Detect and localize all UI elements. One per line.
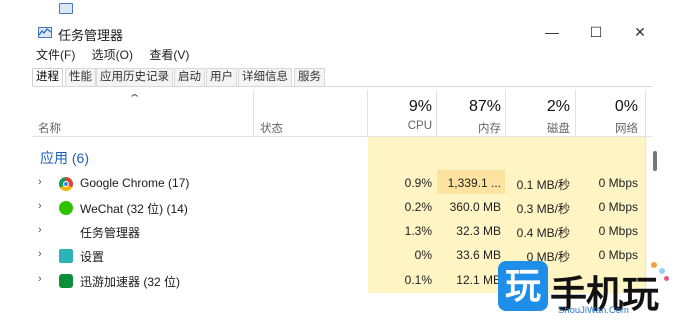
column-divider[interactable] [367,90,368,136]
expand-chevron-icon[interactable]: › [38,224,42,236]
watermark-dot [664,276,669,281]
menu-bar: 文件(F) 选项(O) 查看(V) [36,46,202,64]
column-divider[interactable] [253,90,254,136]
network-value: 0 Mbps [598,248,638,262]
chrome-icon-center [63,181,69,187]
expand-chevron-icon[interactable]: › [38,176,42,188]
process-name: 设置 [80,250,105,264]
minimize-button[interactable]: — [537,22,567,42]
network-value: 0 Mbps [598,200,638,214]
cpu-value: 0.1% [404,273,432,287]
cpu-value: 1.3% [404,224,432,238]
wechat-icon [59,201,73,215]
task-manager-icon [59,3,73,14]
settings-icon [59,249,73,263]
group-header-apps[interactable]: 应用 (6) [40,148,89,168]
memory-total-percent: 87% [468,98,501,115]
disk-total-percent: 2% [546,98,570,115]
vertical-scrollbar-thumb[interactable] [653,151,657,171]
tab-details[interactable]: 详细信息 [238,68,292,86]
tab-services[interactable]: 服务 [294,68,325,86]
expand-chevron-icon[interactable]: › [38,273,42,285]
xunyou-icon [59,274,73,288]
process-name: 任务管理器 [80,226,141,240]
close-button[interactable]: ✕ [625,22,655,42]
process-name: 迅游加速器 (32 位) [80,275,181,289]
expand-chevron-icon[interactable]: › [38,200,42,212]
tab-users[interactable]: 用户 [206,68,237,86]
expand-chevron-icon[interactable]: › [38,248,42,260]
column-divider[interactable] [645,90,646,293]
watermark-dot [659,268,665,274]
memory-value: 33.6 MB [456,248,501,262]
cpu-value: 0% [414,248,432,262]
memory-value: 12.1 MB [456,273,501,287]
memory-value: 360.0 MB [449,200,501,214]
memory-value: 32.3 MB [456,224,501,238]
menu-file[interactable]: 文件(F) [36,48,75,62]
tab-startup[interactable]: 启动 [174,68,205,86]
cpu-value: 0.9% [404,176,432,190]
watermark-badge: 玩 [498,261,548,311]
process-name: WeChat (32 位) (14) [80,202,188,216]
tab-processes[interactable]: 进程 [32,68,63,86]
sort-ascending-icon: ⌃ [127,93,142,105]
column-header-cpu[interactable]: CPU [380,120,432,132]
cpu-value: 0.2% [404,200,432,214]
column-header-memory[interactable]: 内存 [440,120,501,136]
network-total-percent: 0% [614,98,638,115]
tab-app-history[interactable]: 应用历史记录 [96,68,173,86]
column-header-status[interactable]: 状态 [260,120,283,136]
watermark-url: ShouJiWan.Com [558,305,629,316]
column-header-disk[interactable]: 磁盘 [510,120,570,136]
task-manager-app-icon [38,27,52,38]
tab-strip: 进程 性能 应用历史记录 启动 用户 详细信息 服务 [32,68,652,87]
column-header-name[interactable]: 名称 [38,120,61,136]
network-value: 0 Mbps [598,176,638,190]
memory-value: 1,339.1 ... [447,176,501,190]
disk-value: 0.4 MB/秒 [516,226,570,240]
chrome-icon [59,177,73,191]
cpu-total-percent: 9% [408,98,432,115]
maximize-button[interactable]: ☐ [581,22,611,42]
network-value: 0 Mbps [598,224,638,238]
disk-value: 0.1 MB/秒 [516,178,570,192]
disk-value: 0.3 MB/秒 [516,202,570,216]
process-name: Google Chrome (17) [80,176,190,190]
menu-options[interactable]: 选项(O) [92,48,133,62]
menu-view[interactable]: 查看(V) [149,48,189,62]
tab-performance[interactable]: 性能 [65,68,96,86]
column-header-network[interactable]: 网络 [580,120,638,136]
window-title: 任务管理器 [58,28,124,43]
